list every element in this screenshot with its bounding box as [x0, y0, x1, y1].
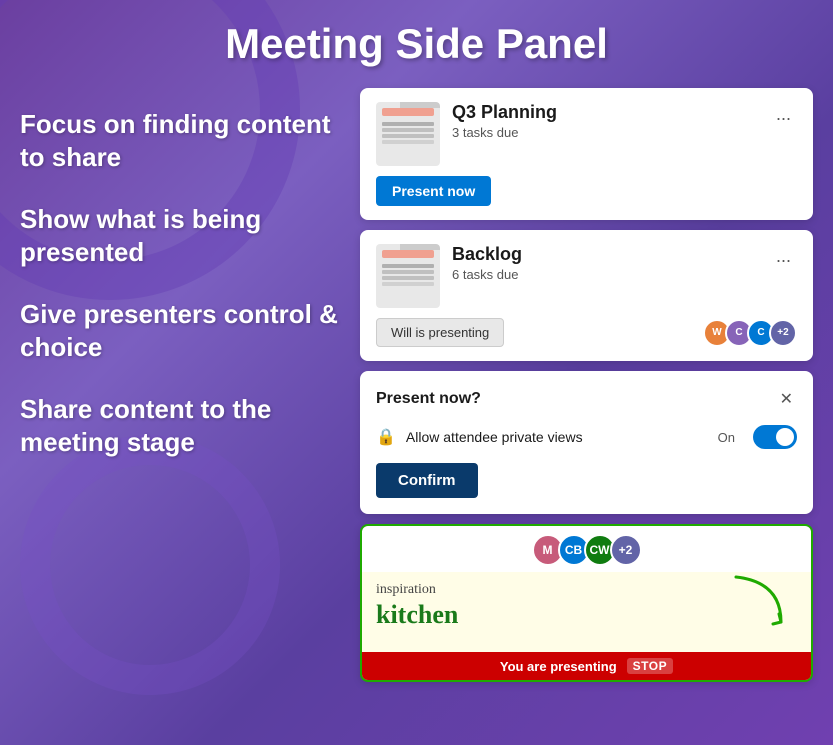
presenting-avatars: M CB CW +2 — [362, 526, 811, 572]
features-column: Focus on finding content to share Show w… — [20, 88, 340, 682]
card-backlog-subtitle: 6 tasks due — [452, 267, 758, 282]
present-now-popup: Present now? ✕ 🔒 Allow attendee private … — [360, 371, 813, 514]
cards-column: Q3 Planning 3 tasks due ... Present now … — [360, 88, 813, 682]
avatar-group: W C C +2 — [703, 319, 797, 347]
card-backlog-more-button[interactable]: ... — [770, 244, 797, 269]
card-backlog: Backlog 6 tasks due ... Will is presenti… — [360, 230, 813, 361]
popup-toggle-value: On — [718, 430, 735, 445]
presenting-label: Will is presenting — [376, 318, 504, 347]
card-q3-subtitle: 3 tasks due — [452, 125, 758, 140]
card-q3-thumbnail — [376, 102, 440, 166]
popup-toggle-label: Allow attendee private views — [406, 429, 708, 445]
card-backlog-thumbnail — [376, 244, 440, 308]
feature-text-4: Share content to the meeting stage — [20, 393, 340, 458]
card-backlog-header: Backlog 6 tasks due ... — [376, 244, 797, 308]
card-backlog-info: Backlog 6 tasks due — [452, 244, 758, 282]
popup-toggle-row: 🔒 Allow attendee private views On — [376, 425, 797, 449]
stop-badge[interactable]: STOP — [627, 658, 673, 674]
card-q3-info: Q3 Planning 3 tasks due — [452, 102, 758, 140]
card-q3-more-button[interactable]: ... — [770, 102, 797, 127]
card-backlog-actions: Will is presenting W C C +2 — [376, 318, 797, 347]
popup-close-button[interactable]: ✕ — [776, 387, 797, 411]
card-q3-header: Q3 Planning 3 tasks due ... — [376, 102, 797, 166]
presenting-bar-text: You are presenting — [500, 659, 617, 674]
feature-text-2: Show what is being presented — [20, 203, 340, 268]
card-q3-planning: Q3 Planning 3 tasks due ... Present now — [360, 88, 813, 220]
arrow-icon — [731, 572, 791, 632]
feature-text-1: Focus on finding content to share — [20, 108, 340, 173]
presenting-card: M CB CW +2 inspiration kitchen You are p… — [360, 524, 813, 682]
popup-header: Present now? ✕ — [376, 387, 797, 411]
card-backlog-title: Backlog — [452, 244, 758, 265]
feature-text-3: Give presenters control & choice — [20, 298, 340, 363]
lock-icon: 🔒 — [376, 427, 396, 447]
card-q3-title: Q3 Planning — [452, 102, 758, 123]
page-title: Meeting Side Panel — [0, 0, 833, 78]
attendee-views-toggle[interactable] — [753, 425, 797, 449]
popup-title: Present now? — [376, 390, 481, 408]
avatar-count: +2 — [769, 319, 797, 347]
presenting-bar: You are presenting STOP — [362, 652, 811, 680]
card-q3-actions: Present now — [376, 176, 797, 206]
presenting-avatar-count: +2 — [610, 534, 642, 566]
main-layout: Focus on finding content to share Show w… — [0, 78, 833, 692]
confirm-button[interactable]: Confirm — [376, 463, 478, 498]
presenting-content: inspiration kitchen — [362, 572, 811, 652]
present-now-button[interactable]: Present now — [376, 176, 491, 206]
toggle-slider — [753, 425, 797, 449]
